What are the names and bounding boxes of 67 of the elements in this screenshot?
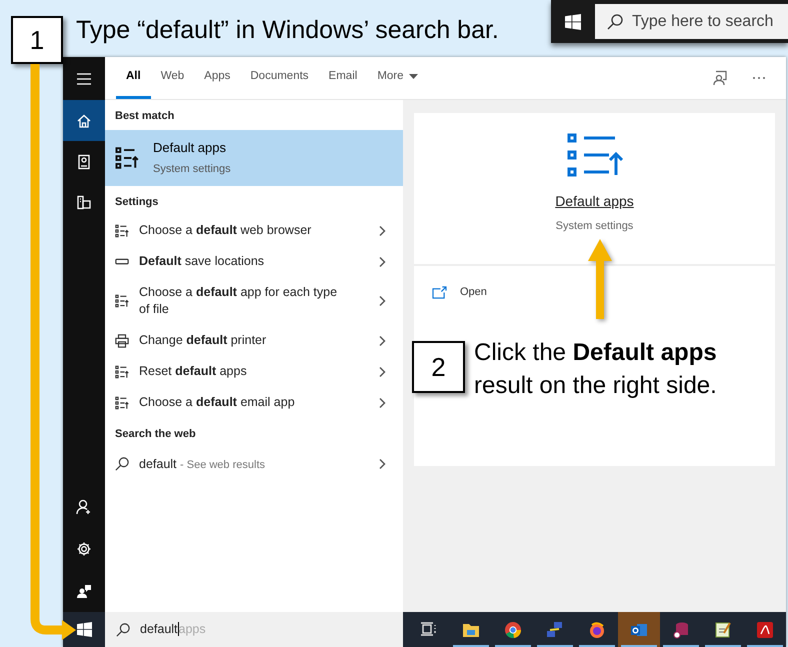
list-settings-icon <box>115 294 129 308</box>
search-field[interactable]: defaultapps <box>105 612 403 647</box>
preview-subtitle: System settings <box>556 219 634 234</box>
tab[interactable]: Documents <box>240 57 319 99</box>
open-action[interactable]: Open <box>432 282 757 302</box>
sidebar-item[interactable] <box>63 100 105 141</box>
tab[interactable]: Apps <box>194 57 240 99</box>
chevron-right-icon <box>377 224 387 236</box>
search-icon <box>116 622 130 636</box>
chevron-right-icon <box>377 334 387 346</box>
best-match-result[interactable]: Default apps System settings <box>105 130 403 186</box>
windows-logo-icon[interactable] <box>76 622 92 637</box>
list-settings-icon <box>566 133 622 177</box>
open-window-icon <box>432 286 447 298</box>
tab[interactable]: All <box>116 57 151 99</box>
chevron-right-icon <box>377 256 387 268</box>
printer-icon <box>115 334 129 348</box>
instruction-text: Click the Default apps result on the right side. <box>474 338 718 401</box>
home-icon <box>76 112 92 128</box>
search-field[interactable]: Type here to search <box>595 4 788 39</box>
settings-icon[interactable] <box>76 541 92 557</box>
settings-result[interactable]: Reset default apps <box>105 356 403 387</box>
more-options-icon[interactable] <box>752 76 766 80</box>
tab[interactable]: Web <box>150 57 194 99</box>
list-settings-icon <box>115 364 129 378</box>
list-settings-icon <box>115 396 129 410</box>
network-computers-icon <box>546 620 564 638</box>
settings-result[interactable]: Default save locations <box>105 246 403 277</box>
result-title: Default apps <box>153 138 227 157</box>
chevron-right-icon <box>377 458 387 470</box>
step-number-box: 2 <box>412 341 465 393</box>
search-placeholder: Type here to search <box>632 12 774 32</box>
list-settings-icon <box>115 146 139 170</box>
settings-result[interactable]: Choose a default web browser <box>105 215 403 246</box>
feedback-icon[interactable] <box>76 583 92 599</box>
step-number-box: 1 <box>11 16 63 64</box>
notepad-icon <box>714 620 732 638</box>
instruction-text: Type “default” in Windows’ search bar. <box>76 15 499 46</box>
search-icon <box>607 14 623 30</box>
database-icon <box>672 620 690 638</box>
section-header: Search the web <box>114 427 197 442</box>
settings-result[interactable]: Change default printer <box>105 325 403 356</box>
tab[interactable]: Email <box>318 57 368 99</box>
result-subtitle: System settings <box>153 162 231 177</box>
fox-globe-icon <box>588 620 606 638</box>
caret-icon <box>408 74 418 79</box>
documents-icon <box>76 194 92 210</box>
feedback-person-icon[interactable] <box>712 70 728 86</box>
section-header: Best match <box>114 109 176 124</box>
menu-icon[interactable] <box>77 72 91 84</box>
settings-result[interactable]: Choose a default app for each type of file <box>105 277 403 325</box>
pdf-icon <box>756 620 774 638</box>
notebook-icon <box>76 154 92 170</box>
add-person-icon[interactable] <box>76 499 92 515</box>
browser-icon <box>504 620 522 638</box>
tab[interactable]: More <box>367 57 428 99</box>
web-search-result[interactable]: default - See web results <box>105 448 403 480</box>
settings-result[interactable]: Choose a default email app <box>105 387 403 418</box>
section-header: Settings <box>114 194 160 210</box>
list-settings-icon <box>115 224 129 238</box>
chevron-right-icon <box>377 396 387 408</box>
search-icon <box>115 457 129 471</box>
windows-logo-icon[interactable] <box>565 14 581 30</box>
chevron-right-icon <box>377 366 387 378</box>
chevron-right-icon <box>377 295 387 307</box>
task-view-icon <box>420 620 438 638</box>
preview-title[interactable]: Default apps <box>555 191 634 212</box>
